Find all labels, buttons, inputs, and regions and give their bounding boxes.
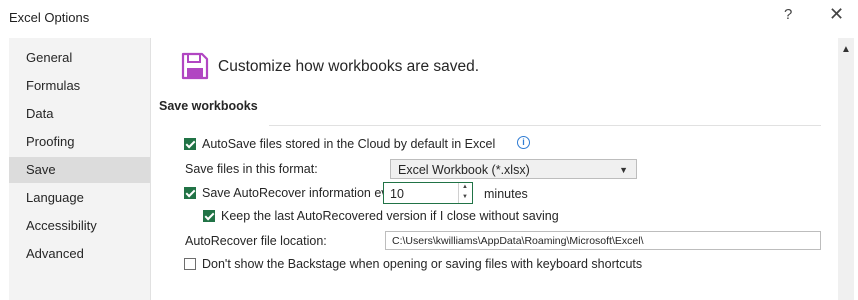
sidebar-item-proofing[interactable]: Proofing	[9, 129, 150, 155]
info-icon[interactable]: i	[517, 136, 530, 149]
help-button[interactable]: ?	[784, 6, 792, 23]
location-label: AutoRecover file location:	[185, 234, 327, 248]
autosave-checkbox[interactable]	[184, 138, 196, 150]
backstage-checkbox[interactable]	[184, 258, 196, 270]
page-heading: Customize how workbooks are saved.	[218, 58, 480, 75]
section-title: Save workbooks	[159, 99, 258, 113]
format-dropdown-value: Excel Workbook (*.xlsx)	[398, 163, 530, 177]
autorecover-minutes-stepper[interactable]: 10 ▲ ▼	[383, 182, 473, 204]
format-dropdown[interactable]: Excel Workbook (*.xlsx) ▼	[390, 159, 637, 179]
location-input-value: C:\Users\kwilliams\AppData\Roaming\Micro…	[392, 235, 644, 247]
section-divider	[269, 125, 821, 126]
scroll-up-arrow-icon[interactable]: ▲	[841, 44, 851, 55]
sidebar-item-data[interactable]: Data	[9, 101, 150, 127]
stepper-buttons: ▲ ▼	[458, 183, 472, 203]
minutes-label: minutes	[484, 187, 528, 201]
stepper-up-icon[interactable]: ▲	[462, 184, 468, 190]
sidebar-item-advanced[interactable]: Advanced	[9, 241, 150, 267]
sidebar-item-general[interactable]: General	[9, 45, 150, 71]
autorecover-label: Save AutoRecover information every	[202, 186, 405, 200]
keep-last-checkbox[interactable]	[203, 210, 215, 222]
chevron-down-icon: ▼	[619, 165, 628, 175]
sidebar-item-accessibility[interactable]: Accessibility	[9, 213, 150, 239]
title-bar: Excel Options ? ✕	[0, 0, 858, 36]
sidebar-item-save[interactable]: Save	[9, 157, 150, 183]
backstage-label: Don't show the Backstage when opening or…	[202, 257, 643, 271]
options-content: Customize how workbooks are saved. Save …	[150, 38, 839, 300]
stepper-down-icon[interactable]: ▼	[462, 194, 468, 200]
format-label: Save files in this format:	[185, 162, 318, 176]
autosave-label: AutoSave files stored in the Cloud by de…	[202, 137, 496, 151]
options-sidebar: General Formulas Data Proofing Save Lang…	[9, 38, 150, 300]
window-title: Excel Options	[9, 10, 90, 25]
vertical-scrollbar[interactable]: ▲	[838, 38, 854, 300]
sidebar-item-language[interactable]: Language	[9, 185, 150, 211]
save-floppy-icon	[181, 52, 209, 80]
autorecover-minutes-value: 10	[390, 187, 404, 201]
sidebar-item-formulas[interactable]: Formulas	[9, 73, 150, 99]
keep-last-label: Keep the last AutoRecovered version if I…	[221, 209, 559, 223]
autorecover-checkbox[interactable]	[184, 187, 196, 199]
location-input[interactable]: C:\Users\kwilliams\AppData\Roaming\Micro…	[385, 231, 821, 250]
close-button[interactable]: ✕	[829, 4, 844, 25]
